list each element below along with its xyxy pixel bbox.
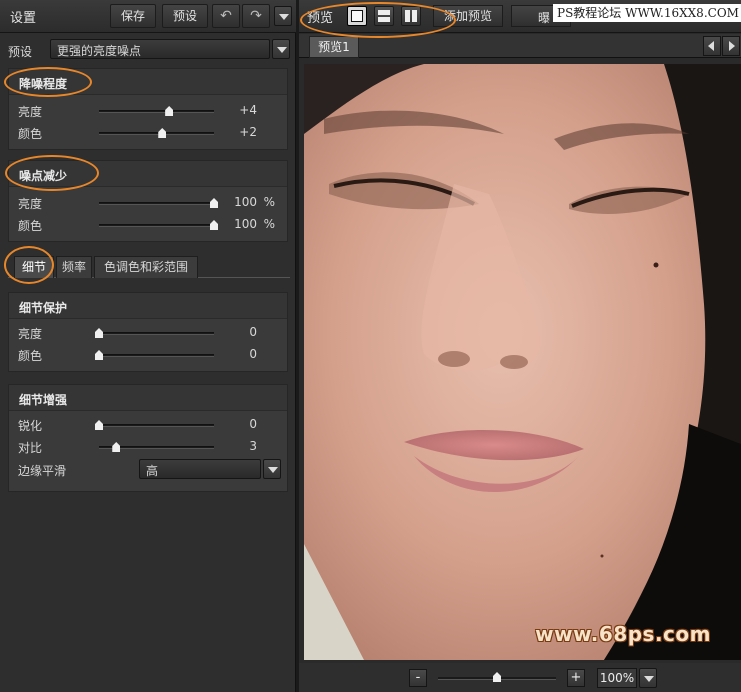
zoom-slider-thumb[interactable] — [493, 672, 501, 682]
preset-select[interactable]: 更强的亮度噪点 — [50, 39, 270, 59]
slider-label: 颜色 — [18, 349, 43, 363]
preview-label: 预览 — [307, 11, 334, 26]
detail-protect-title: 细节保护 — [19, 301, 68, 315]
noise-reduction-header: 降噪程度 — [9, 69, 287, 95]
slider-unit: % — [263, 195, 275, 209]
slider-value: 100 — [234, 217, 257, 231]
noise-color-row: 颜色 +2 — [9, 123, 287, 143]
slider-label: 颜色 — [18, 219, 43, 233]
slider-thumb[interactable] — [158, 128, 167, 138]
preview-image[interactable]: www.68ps.com — [304, 64, 741, 660]
edge-smoothing-value: 高 — [146, 464, 159, 478]
noise-removal-header: 噪点减少 — [9, 161, 287, 187]
slider-unit: % — [263, 217, 275, 231]
slider-thumb[interactable] — [165, 106, 174, 116]
preview-panel: 预览 添加预览 曝 PS教程论坛 WWW.16XX8.COM 预览1 www.6… — [299, 0, 741, 692]
detail-enhance-title: 细节增强 — [19, 393, 68, 407]
slider-value: 3 — [249, 439, 257, 453]
detail-protect-header: 细节保护 — [9, 293, 287, 319]
watermark-top: PS教程论坛 WWW.16XX8.COM — [553, 4, 741, 22]
preview-tab-strip: 预览1 — [299, 34, 741, 58]
preset-row: 预设 更强的亮度噪点 — [0, 37, 296, 63]
contrast-row: 对比 3 — [9, 437, 287, 457]
slider-label: 亮度 — [18, 197, 43, 211]
slider-value: 100 — [234, 195, 257, 209]
slider-thumb[interactable] — [95, 420, 103, 430]
noise-removal-group: 噪点减少 亮度 100 % 颜色 100 % — [8, 160, 288, 242]
face-photo — [304, 64, 741, 660]
tab-frequency[interactable]: 频率 — [56, 256, 92, 278]
slider-thumb[interactable] — [95, 328, 103, 338]
zoom-in-button[interactable]: + — [567, 669, 585, 687]
save-button[interactable]: 保存 — [110, 4, 156, 28]
sharpen-slider[interactable] — [95, 420, 214, 430]
slider-value: +2 — [239, 125, 257, 139]
settings-toolbar: 设置 保存 预设 ↶ ↷ — [0, 0, 296, 33]
slider-label: 颜色 — [18, 127, 43, 141]
settings-panel: 设置 保存 预设 ↶ ↷ 预设 更强的亮度噪点 降噪程度 亮度 +4 颜色 +2… — [0, 0, 296, 692]
slider-label: 亮度 — [18, 327, 43, 341]
edge-smoothing-label: 边缘平滑 — [18, 464, 67, 478]
protect-luminance-row: 亮度 0 — [9, 323, 287, 343]
protect-color-row: 颜色 0 — [9, 345, 287, 365]
slider-thumb[interactable] — [95, 350, 103, 360]
exposure-label: 曝 — [538, 11, 551, 25]
zoom-dropdown-button[interactable] — [639, 668, 657, 688]
removal-color-row: 颜色 100 % — [9, 215, 287, 235]
split-vertical-icon[interactable] — [401, 6, 421, 26]
removal-color-slider[interactable] — [99, 220, 218, 230]
tab-detail[interactable]: 细节 — [14, 256, 54, 278]
edge-smoothing-dropdown-button[interactable] — [263, 459, 281, 479]
chevron-right-icon[interactable] — [722, 36, 740, 56]
noise-reduction-title: 降噪程度 — [19, 77, 68, 91]
tab-tone-color-range[interactable]: 色调色和彩范围 — [94, 256, 198, 278]
preview-toolbar: 预览 添加预览 曝 PS教程论坛 WWW.16XX8.COM — [299, 0, 741, 33]
single-view-icon[interactable] — [347, 6, 367, 26]
add-preview-button[interactable]: 添加预览 — [433, 5, 503, 27]
settings-title: 设置 — [10, 11, 37, 26]
slider-value: 0 — [249, 347, 257, 361]
slider-label: 锐化 — [18, 419, 43, 433]
sharpen-row: 锐化 0 — [9, 415, 287, 435]
removal-luminance-slider[interactable] — [99, 198, 218, 208]
zoom-slider[interactable] — [438, 672, 556, 682]
slider-thumb[interactable] — [112, 442, 121, 452]
noise-reduction-group: 降噪程度 亮度 +4 颜色 +2 — [8, 68, 288, 150]
protect-color-slider[interactable] — [95, 350, 214, 360]
preset-label: 预设 — [8, 45, 33, 59]
settings-menu-dropdown[interactable] — [274, 6, 292, 26]
edge-smoothing-select[interactable]: 高 — [139, 459, 261, 479]
preset-value: 更强的亮度噪点 — [57, 44, 142, 58]
detail-protect-group: 细节保护 亮度 0 颜色 0 — [8, 292, 288, 372]
preset-dropdown-button[interactable] — [272, 39, 290, 59]
zoom-value[interactable]: 100% — [597, 668, 637, 688]
preset-button[interactable]: 预设 — [162, 4, 208, 28]
redo-icon[interactable]: ↷ — [242, 4, 270, 28]
edge-smoothing-row: 边缘平滑 高 — [9, 459, 287, 483]
zoom-bar: - + 100% — [299, 663, 741, 692]
slider-value: 0 — [249, 325, 257, 339]
watermark-bottom: www.68ps.com — [535, 622, 711, 646]
tab-preview-1[interactable]: 预览1 — [309, 36, 359, 58]
split-horizontal-icon[interactable] — [374, 6, 394, 26]
noise-luminance-slider[interactable] — [99, 106, 214, 116]
slider-label: 对比 — [18, 441, 43, 455]
slider-value: +4 — [239, 103, 257, 117]
detail-enhance-header: 细节增强 — [9, 385, 287, 411]
detail-enhance-group: 细节增强 锐化 0 对比 3 边缘平滑 高 — [8, 384, 288, 492]
contrast-slider[interactable] — [99, 442, 214, 452]
noise-luminance-row: 亮度 +4 — [9, 101, 287, 121]
slider-value: 0 — [249, 417, 257, 431]
protect-luminance-slider[interactable] — [95, 328, 214, 338]
settings-tabs: 细节 频率 色调色和彩范围 — [8, 254, 290, 278]
slider-label: 亮度 — [18, 105, 43, 119]
zoom-out-button[interactable]: - — [409, 669, 427, 687]
noise-removal-title: 噪点减少 — [19, 169, 68, 183]
undo-icon[interactable]: ↶ — [212, 4, 240, 28]
chevron-left-icon[interactable] — [703, 36, 721, 56]
removal-luminance-row: 亮度 100 % — [9, 193, 287, 213]
noise-color-slider[interactable] — [99, 128, 214, 138]
